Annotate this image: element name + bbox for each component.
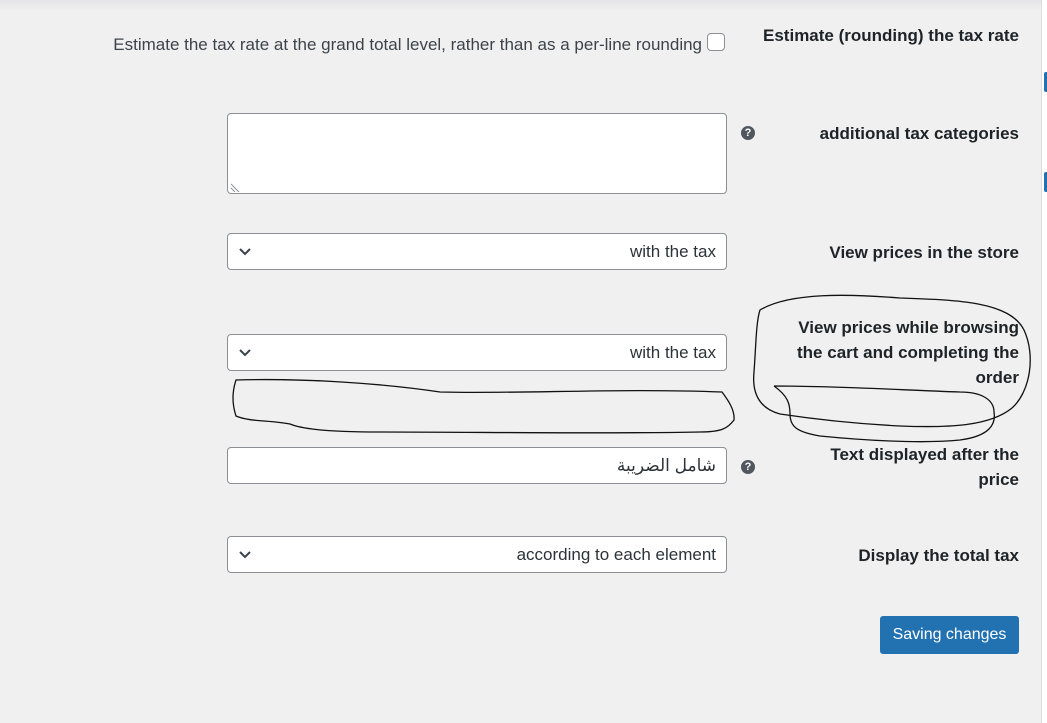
additional-tax-categories-label: additional tax categories [819, 124, 1019, 143]
prices-in-store-select[interactable]: with the tax [227, 233, 727, 270]
chevron-down-icon [239, 551, 251, 559]
chevron-down-icon [239, 349, 251, 357]
question-circle-icon[interactable]: ? [741, 460, 755, 474]
additional-tax-categories-textarea[interactable] [227, 113, 727, 194]
right-scroll-edge[interactable] [1041, 0, 1047, 723]
price-suffix-input[interactable]: شامل الضريبة [227, 447, 727, 484]
chevron-down-icon [239, 248, 251, 256]
total-tax-display-select[interactable]: according to each element [227, 536, 727, 573]
rounding-description: Estimate the tax rate at the grand total… [113, 35, 702, 54]
resize-grip-icon[interactable] [229, 180, 241, 192]
question-circle-icon[interactable]: ? [741, 126, 755, 140]
save-changes-button[interactable]: Saving changes [880, 616, 1019, 654]
price-suffix-value: شامل الضريبة [616, 456, 716, 475]
prices-in-store-label: View prices in the store [829, 243, 1019, 262]
rounding-checkbox[interactable] [707, 33, 725, 51]
prices-in-cart-select[interactable]: with the tax [227, 334, 727, 371]
prices-in-cart-value: with the tax [630, 343, 716, 362]
total-tax-display-value: according to each element [516, 545, 716, 564]
total-tax-display-label: Display the total tax [858, 546, 1019, 565]
rounding-label: Estimate (rounding) the tax rate [763, 26, 1019, 45]
price-suffix-label: Text displayed after the price [830, 445, 1019, 489]
prices-in-cart-label: View prices while browsing the cart and … [797, 318, 1019, 387]
prices-in-store-value: with the tax [630, 242, 716, 261]
top-shadow [0, 0, 1047, 10]
